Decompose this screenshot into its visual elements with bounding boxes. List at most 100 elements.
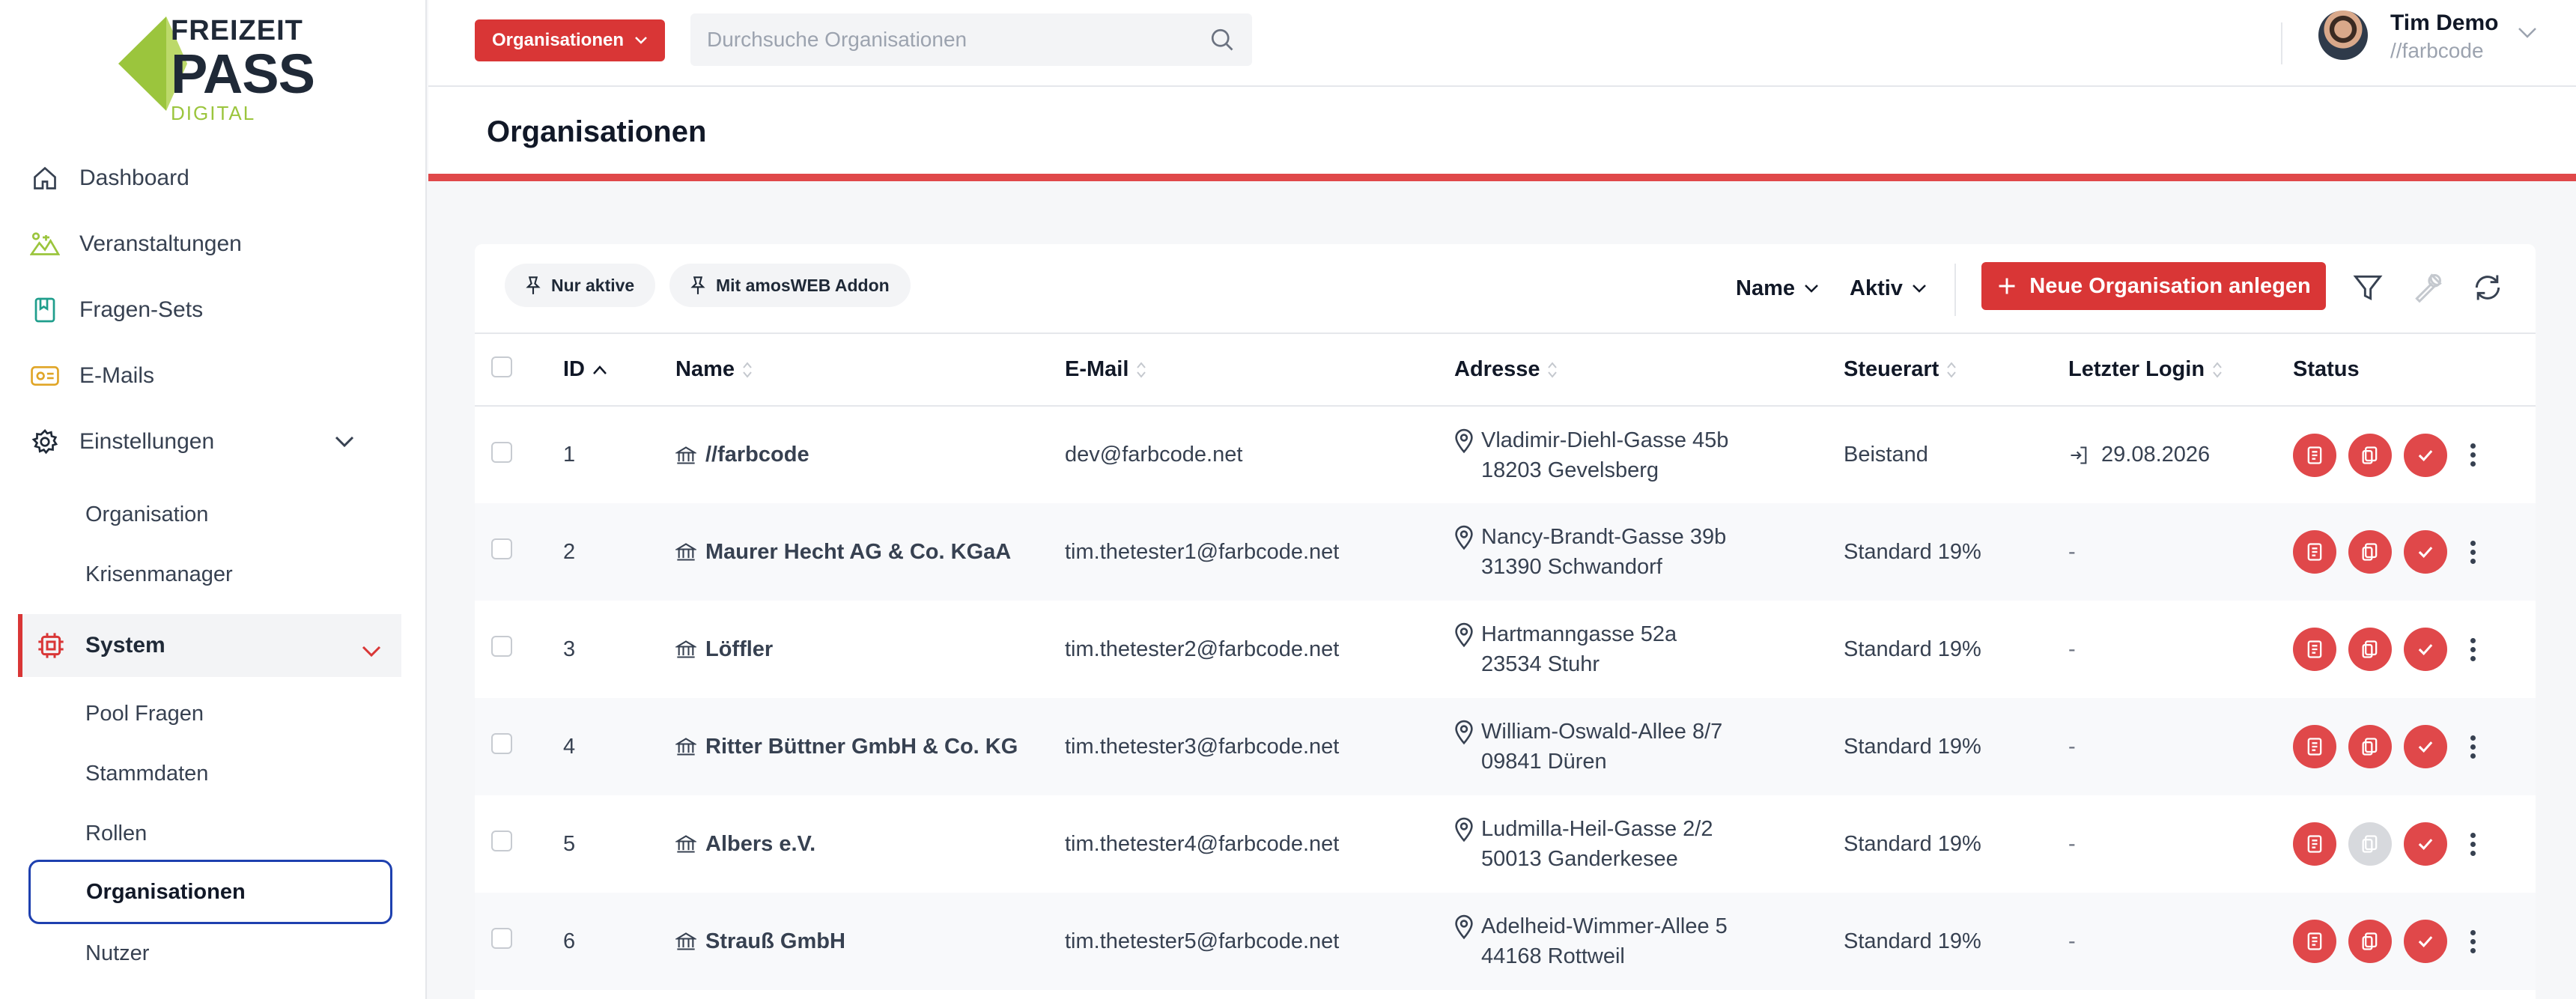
col-name[interactable]: Name [675, 334, 1065, 407]
active-check-icon[interactable] [2404, 822, 2447, 866]
filter-icon[interactable] [2348, 268, 2387, 307]
row-last-login: 29.08.2026 [2101, 443, 2211, 467]
row-checkbox[interactable] [491, 538, 512, 559]
table-row[interactable]: 3 Löffler tim.thetester2@farbcode.net Ha… [475, 601, 2536, 698]
location-pin-icon [1455, 525, 1473, 550]
row-address-cell: Ludmilla-Heil-Gasse 2/2 50013 Ganderkesee [1454, 795, 1844, 893]
row-name[interactable]: //farbcode [705, 443, 809, 467]
sidebar-sub-organisation[interactable]: Organisation [85, 496, 208, 533]
more-actions-icon[interactable] [2465, 637, 2480, 661]
active-check-icon[interactable] [2404, 530, 2447, 574]
addon-status-icon[interactable] [2348, 433, 2392, 477]
more-actions-icon[interactable] [2465, 735, 2480, 759]
active-check-icon[interactable] [2404, 725, 2447, 768]
user-name[interactable]: Tim Demo [2390, 10, 2498, 36]
table-header-row: ID Name E-Mail Adresse Steuerart Letzter… [475, 334, 2536, 407]
row-status-cell [2293, 503, 2465, 601]
sidebar-sub-organisationen[interactable]: Organisationen [28, 860, 392, 924]
document-status-icon[interactable] [2293, 725, 2336, 768]
active-check-icon[interactable] [2404, 920, 2447, 963]
sidebar-item-fragen-sets[interactable]: Fragen-Sets [30, 288, 203, 333]
document-status-icon[interactable] [2293, 628, 2336, 671]
row-tax: Standard 19% [1844, 698, 2068, 795]
document-status-icon[interactable] [2293, 920, 2336, 963]
sidebar-sub-stammdaten[interactable]: Stammdaten [85, 755, 208, 792]
col-email[interactable]: E-Mail [1065, 334, 1454, 407]
search-input[interactable] [707, 28, 1209, 52]
col-actions [2465, 334, 2536, 407]
sidebar-item-veranstaltungen[interactable]: Veranstaltungen [30, 222, 242, 267]
row-email: dev@farbcode.net [1065, 443, 1243, 467]
row-name[interactable]: Löffler [705, 637, 773, 662]
search-icon[interactable] [1209, 26, 1236, 53]
filter-chip-active[interactable]: Nur aktive [505, 264, 656, 307]
more-actions-icon[interactable] [2465, 832, 2480, 856]
chevron-down-icon[interactable] [2518, 27, 2537, 43]
sidebar-sub-rollen[interactable]: Rollen [85, 815, 147, 852]
row-address-cell: Nancy-Brandt-Gasse 39b 31390 Schwandorf [1454, 503, 1844, 601]
col-login[interactable]: Letzter Login [2068, 334, 2293, 407]
row-checkbox[interactable] [491, 831, 512, 851]
row-name[interactable]: Ritter Büttner GmbH & Co. KG [705, 735, 1018, 759]
location-pin-icon [1455, 720, 1473, 745]
status-filter-dropdown[interactable]: Aktiv [1850, 270, 1927, 307]
document-status-icon[interactable] [2293, 433, 2336, 477]
gear-icon [30, 427, 60, 457]
sidebar-item-e-mails[interactable]: E-Mails [30, 353, 154, 398]
addon-status-icon[interactable] [2348, 530, 2392, 574]
active-check-icon[interactable] [2404, 433, 2447, 477]
more-actions-icon[interactable] [2465, 540, 2480, 564]
location-pin-icon [1455, 428, 1473, 453]
row-last-login: - [2068, 831, 2076, 856]
addon-status-icon[interactable] [2348, 822, 2392, 866]
row-checkbox[interactable] [491, 928, 512, 949]
col-id[interactable]: ID [563, 334, 675, 407]
addon-status-icon[interactable] [2348, 725, 2392, 768]
row-email: tim.thetester2@farbcode.net [1065, 637, 1340, 661]
document-status-icon[interactable] [2293, 822, 2336, 866]
table-row[interactable]: 1 //farbcode dev@farbcode.net Vladimir-D… [475, 406, 2536, 503]
col-tax[interactable]: Steuerart [1844, 334, 2068, 407]
table-row[interactable]: 5 Albers e.V. tim.thetester4@farbcode.ne… [475, 795, 2536, 893]
row-street: William-Oswald-Allee 8/7 [1481, 720, 1723, 744]
select-all-checkbox[interactable] [491, 356, 512, 377]
row-checkbox[interactable] [491, 636, 512, 657]
row-status-cell [2293, 601, 2465, 698]
context-dropdown-button[interactable]: Organisationen [475, 19, 665, 61]
table-row[interactable]: 6 Strauß GmbH tim.thetester5@farbcode.ne… [475, 893, 2536, 990]
new-organisation-button[interactable]: Neue Organisation anlegen [1981, 262, 2326, 310]
logo-line2: PASS [171, 43, 315, 105]
wrench-icon[interactable] [2408, 268, 2447, 307]
sort-field-dropdown[interactable]: Name [1736, 270, 1819, 307]
sidebar-item-einstellungen[interactable]: Einstellungen [30, 419, 397, 464]
sidebar-item-system[interactable]: System [18, 614, 401, 677]
sidebar-sub-krisenmanager[interactable]: Krisenmanager [85, 556, 233, 593]
avatar[interactable] [2318, 10, 2368, 60]
sidebar-sub-pool-fragen[interactable]: Pool Fragen [85, 695, 204, 732]
refresh-icon[interactable] [2468, 268, 2507, 307]
row-id: 3 [563, 637, 576, 661]
row-checkbox[interactable] [491, 733, 512, 754]
row-name[interactable]: Albers e.V. [705, 832, 815, 857]
table-row[interactable]: 4 Ritter Büttner GmbH & Co. KG tim.thete… [475, 698, 2536, 795]
row-tax: Standard 19% [1844, 503, 2068, 601]
row-name[interactable]: Maurer Hecht AG & Co. KGaA [705, 540, 1011, 565]
filter-chip-addon[interactable]: Mit amosWEB Addon [669, 264, 911, 307]
select-all-cell [475, 334, 563, 407]
logo[interactable]: FREIZEIT PASS DIGITAL [118, 15, 315, 123]
more-actions-icon[interactable] [2465, 443, 2480, 467]
sidebar-sub-nutzer[interactable]: Nutzer [85, 935, 149, 972]
sidebar-item-dashboard[interactable]: Dashboard [30, 156, 189, 201]
row-checkbox[interactable] [491, 441, 512, 463]
row-last-login: - [2068, 929, 2076, 953]
more-actions-icon[interactable] [2465, 929, 2480, 953]
active-check-icon[interactable] [2404, 628, 2447, 671]
sidebar-item-label: Dashboard [79, 166, 189, 190]
addon-status-icon[interactable] [2348, 920, 2392, 963]
row-name[interactable]: Strauß GmbH [705, 929, 845, 954]
col-address[interactable]: Adresse [1454, 334, 1844, 407]
addon-status-icon[interactable] [2348, 628, 2392, 671]
document-status-icon[interactable] [2293, 530, 2336, 574]
table-row[interactable]: 2 Maurer Hecht AG & Co. KGaA tim.thetest… [475, 503, 2536, 601]
logo-text: FREIZEIT PASS DIGITAL [171, 16, 315, 123]
